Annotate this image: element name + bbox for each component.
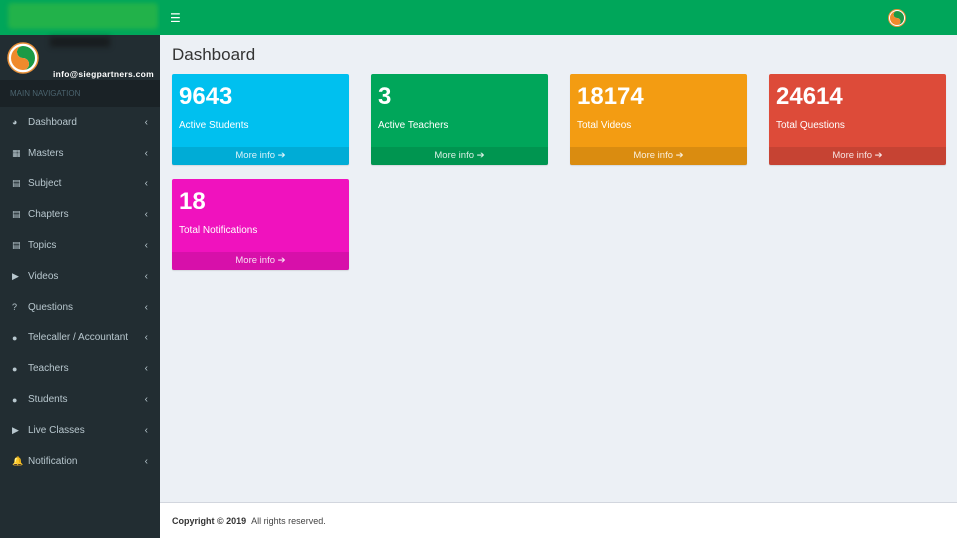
book-icon: ▤: [12, 178, 21, 189]
question-icon: ?: [12, 302, 18, 313]
chevron-left-icon: ‹: [144, 178, 148, 190]
sidebar-item-questions[interactable]: ? Questions ‹: [0, 292, 160, 323]
sidebar-item-dashboard[interactable]: ◕ Dashboard ‹: [0, 107, 160, 138]
chevron-left-icon: ‹: [144, 455, 148, 467]
nav-header: MAIN NAVIGATION: [0, 80, 160, 107]
more-info-label: More info: [434, 150, 474, 161]
sidebar-item-notification[interactable]: 🔔 Notification ‹: [0, 446, 160, 477]
sidebar-item-topics[interactable]: ▤ Topics ‹: [0, 230, 160, 261]
more-info-label: More info: [235, 255, 275, 266]
more-info-link[interactable]: More info ➔: [172, 147, 349, 165]
stat-box-active-teachers: 3 Active Teachers More info ➔: [371, 74, 548, 165]
stat-box-total-videos: 18174 Total Videos More info ➔: [570, 74, 747, 165]
stat-label: Active Teachers: [378, 120, 449, 131]
sidebar-item-videos[interactable]: ▶ Videos ‹: [0, 261, 160, 292]
grid-icon: ▦: [12, 147, 21, 158]
more-info-link[interactable]: More info ➔: [570, 147, 747, 165]
company-logo-icon: [7, 42, 39, 74]
chevron-left-icon: ‹: [144, 270, 148, 282]
stat-label: Total Questions: [776, 120, 845, 131]
stat-value: 18174: [577, 83, 644, 110]
redacted-username: [50, 37, 110, 47]
more-info-link[interactable]: More info ➔: [172, 252, 349, 270]
chevron-left-icon: ‹: [144, 240, 148, 252]
more-info-label: More info: [633, 150, 673, 161]
user-icon: ●: [12, 363, 18, 374]
dashboard-icon: ◕: [12, 117, 18, 128]
chevron-left-icon: ‹: [144, 147, 148, 159]
top-navbar: ☰: [0, 0, 957, 35]
copyright: Copyright © 2019: [172, 516, 247, 526]
chevron-left-icon: ‹: [144, 332, 148, 344]
play-icon: ▶: [12, 424, 19, 435]
sidebar-item-label: Topics: [28, 240, 57, 252]
more-info-label: More info: [235, 150, 275, 161]
chevron-left-icon: ‹: [144, 301, 148, 313]
sidebar-item-label: Live Classes: [28, 424, 85, 436]
sidebar-item-label: Notification: [28, 455, 78, 467]
sidebar-item-students[interactable]: ● Students ‹: [0, 384, 160, 415]
stat-value: 9643: [179, 83, 233, 110]
chevron-left-icon: ‹: [144, 116, 148, 128]
sidebar-item-subject[interactable]: ▤ Subject ‹: [0, 169, 160, 200]
sidebar-item-label: Students: [28, 394, 68, 406]
play-icon: ▶: [12, 270, 19, 281]
arrow-circle-right-icon: ➔: [874, 150, 883, 161]
sidebar: info@siegpartners.com MAIN NAVIGATION ◕ D…: [0, 35, 160, 538]
sidebar-item-label: Telecaller / Accountant: [28, 332, 129, 344]
page-title: Dashboard: [172, 45, 256, 64]
chevron-left-icon: ‹: [144, 394, 148, 406]
chevron-left-icon: ‹: [144, 363, 148, 375]
arrow-circle-right-icon: ➔: [476, 150, 485, 161]
stat-box-total-notifications: 18 Total Notifications More info ➔: [172, 179, 349, 270]
chevron-left-icon: ‹: [144, 209, 148, 221]
sidebar-item-teachers[interactable]: ● Teachers ‹: [0, 353, 160, 384]
more-info-label: More info: [832, 150, 872, 161]
sidebar-item-label: Teachers: [28, 363, 69, 375]
bell-icon: 🔔: [12, 455, 24, 466]
rights-text: All rights reserved.: [251, 516, 326, 526]
brand-logo-area[interactable]: [0, 0, 160, 35]
user-icon: ●: [12, 394, 18, 405]
more-info-link[interactable]: More info ➔: [769, 147, 946, 165]
hamburger-icon[interactable]: ☰: [170, 11, 181, 25]
arrow-circle-right-icon: ➔: [277, 150, 286, 161]
stat-box-total-questions: 24614 Total Questions More info ➔: [769, 74, 946, 165]
sidebar-item-chapters[interactable]: ▤ Chapters ‹: [0, 199, 160, 230]
user-avatar-logo-icon[interactable]: [888, 9, 906, 27]
content: Dashboard 9643 Active Students More info ➔…: [160, 35, 957, 502]
sidebar-item-label: Videos: [28, 270, 59, 282]
sidebar-item-label: Subject: [28, 178, 62, 190]
chevron-left-icon: ‹: [144, 424, 148, 436]
sidebar-item-live-classes[interactable]: ▶ Live Classes ‹: [0, 415, 160, 446]
stat-value: 18: [179, 188, 206, 215]
sidebar-item-label: Questions: [28, 301, 74, 313]
book-icon: ▤: [12, 209, 21, 220]
arrow-circle-right-icon: ➔: [675, 150, 684, 161]
user-icon: ●: [12, 332, 18, 343]
redacted-brand: [8, 3, 158, 29]
stat-label: Total Notifications: [179, 225, 258, 236]
stat-value: 3: [378, 83, 392, 110]
more-info-link[interactable]: More info ➔: [371, 147, 548, 165]
book-icon: ▤: [12, 240, 21, 251]
footer: Copyright © 2019 All rights reserved.: [160, 502, 957, 538]
stat-label: Total Videos: [577, 120, 632, 131]
arrow-circle-right-icon: ➔: [277, 255, 286, 266]
sidebar-item-label: Masters: [28, 147, 64, 159]
stat-label: Active Students: [179, 120, 249, 131]
stat-box-active-students: 9643 Active Students More info ➔: [172, 74, 349, 165]
sidebar-item-masters[interactable]: ▦ Masters ‹: [0, 138, 160, 169]
sidebar-item-telecaller-accountant[interactable]: ● Telecaller / Accountant ‹: [0, 323, 160, 354]
user-panel: info@siegpartners.com: [0, 35, 160, 80]
stat-value: 24614: [776, 83, 843, 110]
sidebar-item-label: Dashboard: [28, 116, 77, 128]
user-email: info@siegpartners.com: [53, 69, 155, 79]
sidebar-item-label: Chapters: [28, 209, 69, 221]
